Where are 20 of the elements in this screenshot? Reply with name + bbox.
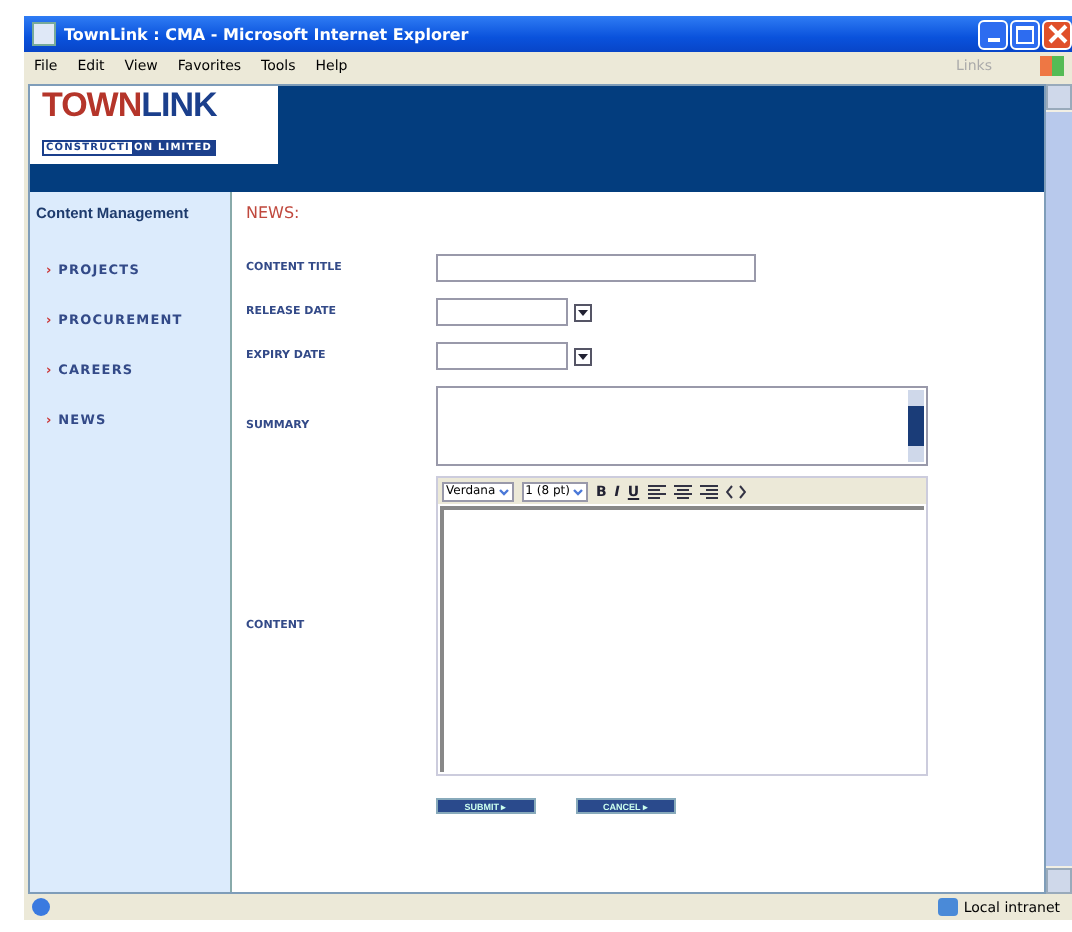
code-icon[interactable]: [725, 483, 746, 499]
scrollbar[interactable]: [908, 390, 924, 462]
align-left-icon[interactable]: [647, 483, 666, 499]
close-button[interactable]: [1042, 19, 1072, 49]
page-title: NEWS:: [246, 204, 302, 222]
minimize-button[interactable]: [978, 19, 1008, 49]
date-field[interactable]: [436, 342, 568, 370]
scrollbar[interactable]: [1046, 84, 1072, 894]
input-field[interactable]: [436, 254, 756, 282]
dropdown-button[interactable]: [574, 347, 592, 365]
caret-icon: [578, 353, 588, 359]
date-field[interactable]: [436, 298, 568, 326]
align-right-icon[interactable]: [699, 483, 718, 499]
maximize-button[interactable]: [1010, 19, 1040, 49]
align-center-icon[interactable]: [673, 483, 692, 499]
caret-icon: [497, 485, 510, 497]
dropdown-button[interactable]: [574, 303, 592, 321]
caret-icon: [578, 309, 588, 315]
window-title: TownLink : CMA - Microsoft Internet Explorer: [64, 25, 471, 43]
caret-icon: [571, 485, 584, 497]
